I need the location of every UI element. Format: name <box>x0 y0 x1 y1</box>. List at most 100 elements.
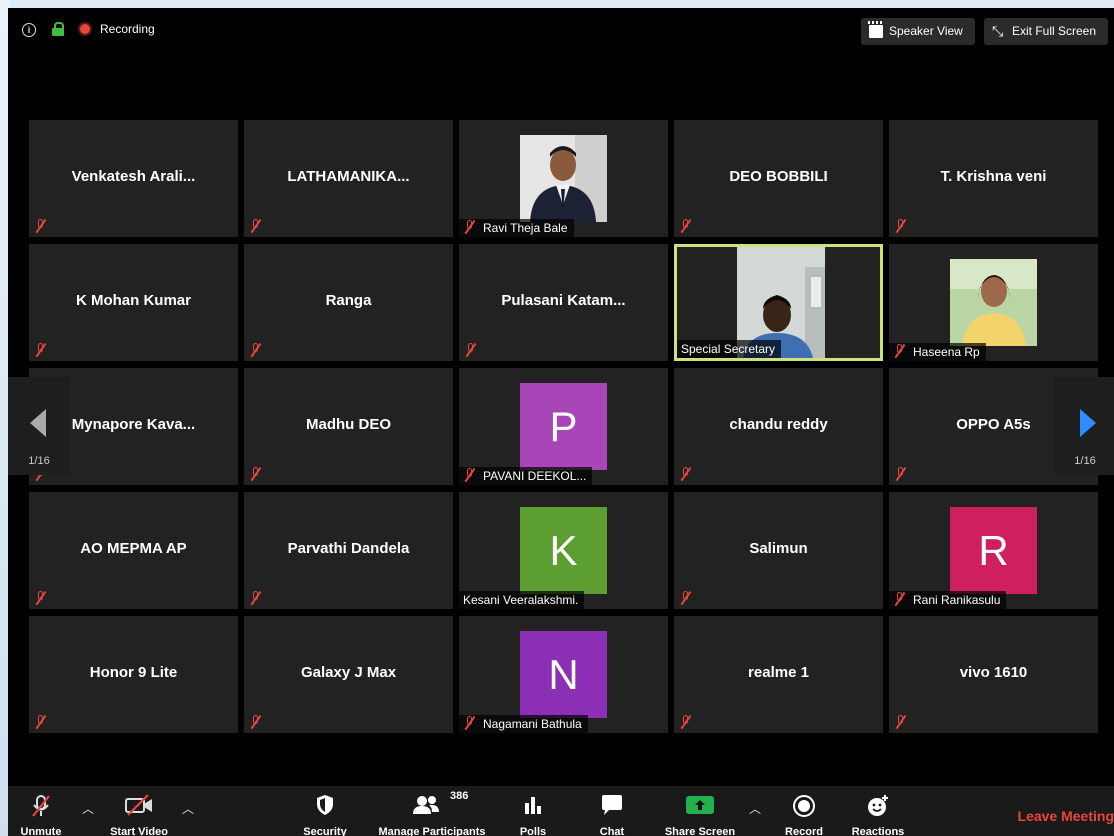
participant-tile-k-mohan-kumar[interactable]: K Mohan Kumar <box>29 244 238 361</box>
record-button[interactable]: Record <box>780 786 828 836</box>
speaker-view-button[interactable]: Speaker View <box>861 18 975 45</box>
security-button[interactable]: Security <box>298 786 352 836</box>
mic-muted-icon <box>465 716 475 730</box>
participant-name: Honor 9 Lite <box>89 664 178 681</box>
participant-name: realme 1 <box>748 664 809 681</box>
chat-button[interactable]: Chat <box>592 786 632 836</box>
share-screen-button[interactable]: Share Screen <box>662 786 738 836</box>
participant-tile-lathamanika[interactable]: LATHAMANIKA... <box>244 120 453 237</box>
participant-tile-chandu-reddy[interactable]: chandu reddy <box>674 368 883 485</box>
share-screen-icon <box>686 796 714 814</box>
speaker-view-label: Speaker View <box>889 24 963 38</box>
participant-tile-ravi-theja-bale[interactable]: Ravi Theja Bale <box>459 120 668 237</box>
participant-tile-realme-1[interactable]: realme 1 <box>674 616 883 733</box>
mic-muted-icon <box>32 795 50 817</box>
participant-name: LATHAMANIKA... <box>287 168 410 185</box>
participant-tile-t-krishna-veni[interactable]: T. Krishna veni <box>889 120 1098 237</box>
polls-icon <box>525 797 541 814</box>
mic-muted-icon <box>251 715 261 729</box>
avatar: R <box>950 507 1037 594</box>
participant-name: DEO BOBBILI <box>729 168 828 185</box>
chevron-up-icon[interactable]: ︿ <box>82 800 94 817</box>
mic-muted-icon <box>36 343 46 357</box>
polls-button[interactable]: Polls <box>512 786 554 836</box>
participant-tile-galaxy-j-max[interactable]: Galaxy J Max <box>244 616 453 733</box>
participant-tile-pulasani-katam[interactable]: Pulasani Katam... <box>459 244 668 361</box>
participant-tile-madhu-deo[interactable]: Madhu DEO <box>244 368 453 485</box>
participant-name: chandu reddy <box>729 416 828 433</box>
meeting-toolbar: Unmute ︿ Start Video ︿ Security 386 Mana… <box>8 786 1114 836</box>
participant-tile-parvathi-dandela[interactable]: Parvathi Dandela <box>244 492 453 609</box>
participant-name-label: Haseena Rp <box>889 343 986 361</box>
mic-muted-icon <box>251 467 261 481</box>
info-icon[interactable]: i <box>22 23 36 37</box>
avatar: P <box>520 383 607 470</box>
previous-page-button[interactable]: 1/16 <box>8 377 70 475</box>
participant-tile-pavani-deekol[interactable]: P PAVANI DEEKOL... <box>459 368 668 485</box>
participant-tile-venkatesh-arali[interactable]: Venkatesh Arali... <box>29 120 238 237</box>
mic-muted-icon <box>465 220 475 234</box>
participant-tile-rani-ranikasulu[interactable]: R Rani Ranikasulu <box>889 492 1098 609</box>
mic-muted-icon <box>251 219 261 233</box>
exit-full-screen-button[interactable]: Exit Full Screen <box>984 18 1108 45</box>
polls-label: Polls <box>519 826 547 836</box>
exit-full-screen-icon <box>992 18 1006 45</box>
chevron-right-icon <box>1080 409 1096 437</box>
participant-name: K Mohan Kumar <box>75 292 191 309</box>
participant-name: Parvathi Dandela <box>287 540 410 557</box>
video-off-icon <box>125 794 152 816</box>
lock-icon[interactable] <box>52 22 64 36</box>
participant-tile-ao-mepma-ap[interactable]: AO MEPMA AP <box>29 492 238 609</box>
participant-name: Special Secretary <box>681 342 776 356</box>
meeting-top-bar: i Recording Speaker View Exit Full Scree… <box>8 8 1114 52</box>
zoom-meeting-window: i Recording Speaker View Exit Full Scree… <box>8 8 1114 836</box>
mic-muted-icon <box>466 343 476 357</box>
leave-meeting-button[interactable]: Leave Meeting <box>1018 808 1114 824</box>
speaker-view-icon <box>868 21 884 38</box>
mic-muted-icon <box>896 219 906 233</box>
participant-name-label: Kesani Veeralakshmi. <box>459 591 585 609</box>
mic-muted-icon <box>681 467 691 481</box>
participant-tile-vivo-1610[interactable]: vivo 1610 <box>889 616 1098 733</box>
start-video-button[interactable]: Start Video <box>104 786 174 836</box>
mic-muted-icon <box>36 219 46 233</box>
participant-name: PAVANI DEEKOL... <box>483 469 587 483</box>
mic-muted-icon <box>251 343 261 357</box>
participant-tile-ranga[interactable]: Ranga <box>244 244 453 361</box>
participant-tile-deo-bobbili[interactable]: DEO BOBBILI <box>674 120 883 237</box>
participant-tile-honor-9-lite[interactable]: Honor 9 Lite <box>29 616 238 733</box>
exit-full-screen-label: Exit Full Screen <box>1012 24 1097 38</box>
participant-tile-salimun[interactable]: Salimun <box>674 492 883 609</box>
mic-muted-icon <box>36 715 46 729</box>
mic-muted-icon <box>251 591 261 605</box>
participant-name-label: Rani Ranikasulu <box>889 591 1007 609</box>
chevron-up-icon[interactable]: ︿ <box>182 800 194 817</box>
participant-name: Salimun <box>749 540 808 557</box>
participant-tile-nagamani-bathula[interactable]: N Nagamani Bathula <box>459 616 668 733</box>
page-indicator-right: 1/16 <box>1074 455 1096 467</box>
participant-name-label: Ravi Theja Bale <box>459 219 574 237</box>
recording-dot-icon <box>80 24 90 34</box>
manage-participants-button[interactable]: 386 Manage Participants <box>372 786 492 836</box>
reactions-label: Reactions <box>851 826 905 836</box>
participant-name: Ranga <box>325 292 372 309</box>
unmute-button[interactable]: Unmute <box>16 786 66 836</box>
avatar: K <box>520 507 607 594</box>
mic-muted-icon <box>681 591 691 605</box>
mic-muted-icon <box>896 715 906 729</box>
participant-name-label: Special Secretary <box>677 340 782 358</box>
participant-tile-special-secretary[interactable]: Special Secretary <box>674 244 883 361</box>
chevron-up-icon[interactable]: ︿ <box>749 800 761 817</box>
reactions-button[interactable]: Reactions <box>846 786 910 836</box>
next-page-button[interactable]: 1/16 <box>1054 377 1114 475</box>
security-label: Security <box>303 826 347 836</box>
mic-muted-icon <box>36 591 46 605</box>
page-indicator-left: 1/16 <box>28 455 50 467</box>
chat-icon <box>602 795 622 815</box>
record-label: Record <box>785 826 823 836</box>
participant-tile-haseena-rp[interactable]: Haseena Rp <box>889 244 1098 361</box>
manage-participants-label: Manage Participants <box>378 826 486 836</box>
participant-tile-kesani-veeralakshmi[interactable]: K Kesani Veeralakshmi. <box>459 492 668 609</box>
mic-muted-icon <box>681 715 691 729</box>
chat-label: Chat <box>599 826 625 836</box>
